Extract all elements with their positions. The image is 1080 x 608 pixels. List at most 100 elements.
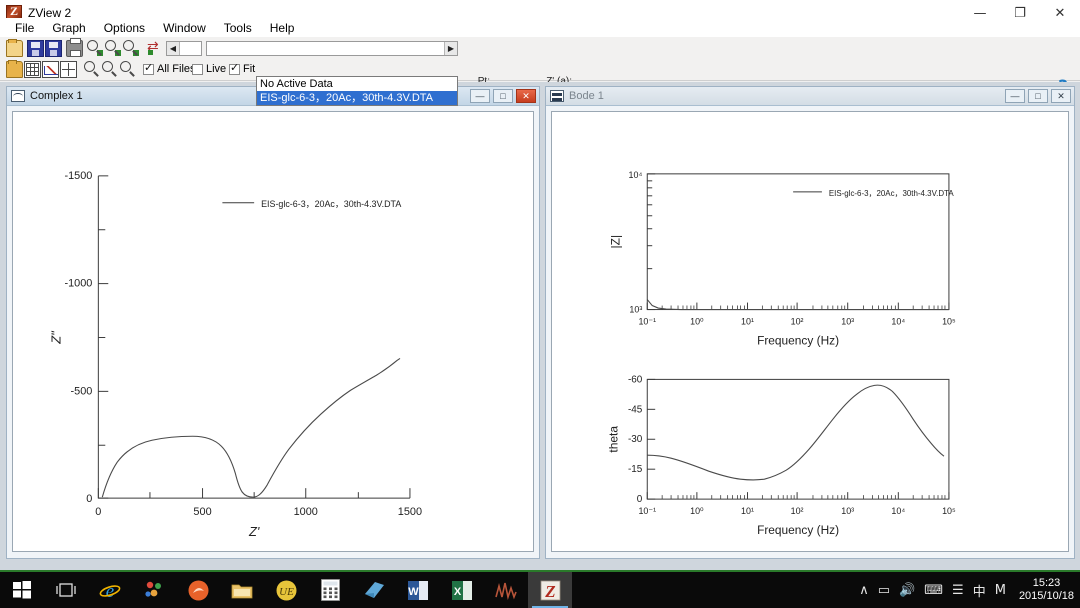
open-file-icon[interactable] bbox=[6, 60, 23, 78]
record-spinner[interactable]: ◀ bbox=[166, 41, 202, 56]
waveform-icon bbox=[495, 582, 517, 600]
complex-close-button[interactable]: ✕ bbox=[516, 89, 536, 103]
task-view-button[interactable] bbox=[44, 572, 88, 608]
menu-options[interactable]: Options bbox=[95, 19, 154, 37]
ue-circle-icon: UE bbox=[276, 580, 296, 600]
menubar: File Graph Options Window Tools Help bbox=[0, 18, 1080, 37]
menu-window[interactable]: Window bbox=[154, 19, 215, 37]
bodephase-xtick-1e5: 10⁵ bbox=[942, 506, 956, 516]
record-scroll-field[interactable]: ▶ bbox=[206, 41, 458, 56]
bode-magnitude-chart: 10⁴ 10³ 10⁻¹ 10⁰ 10¹ 10² 10³ 10⁴ 10⁵ Fre… bbox=[609, 170, 957, 348]
zoom-icon-2[interactable] bbox=[102, 61, 113, 72]
taskbar-app-colorful[interactable] bbox=[132, 572, 176, 608]
print-icon[interactable] bbox=[66, 38, 83, 57]
spinner-left-arrow[interactable]: ◀ bbox=[167, 42, 180, 55]
toolbar: ◀ ▶ All Files Live bbox=[0, 37, 1080, 118]
taskbar-app-blue[interactable] bbox=[352, 572, 396, 608]
taskbar-clock[interactable]: 15:23 2015/10/18 bbox=[1019, 577, 1074, 603]
active-data-dropdown-list[interactable]: No Active Data EIS-glc-6-3，20Ac，30th-4.3… bbox=[256, 76, 458, 106]
taskbar-internet-explorer[interactable]: e bbox=[88, 572, 132, 608]
orange-circle-icon bbox=[188, 580, 208, 600]
bodemag-legend-label: EIS-glc-6-3，20Ac，30th-4.3V.DTA bbox=[829, 189, 954, 198]
fit-checkbox-box[interactable] bbox=[229, 61, 240, 75]
menu-file[interactable]: File bbox=[6, 19, 43, 37]
taskbar-excel[interactable]: X bbox=[440, 572, 484, 608]
menu-graph[interactable]: Graph bbox=[43, 19, 94, 37]
menu-help[interactable]: Help bbox=[261, 19, 304, 37]
ime-mode-icon[interactable]: M bbox=[995, 583, 1006, 598]
spinner-field[interactable] bbox=[180, 42, 201, 55]
bode-close-button[interactable]: ✕ bbox=[1051, 89, 1071, 103]
all-files-checkbox-box[interactable] bbox=[143, 61, 154, 75]
menu-tools[interactable]: Tools bbox=[215, 19, 261, 37]
zoom-icon-3[interactable] bbox=[120, 61, 131, 72]
data-grid-icon[interactable] bbox=[24, 61, 41, 78]
dropdown-option-eis-file[interactable]: EIS-glc-6-3，20Ac，30th-4.3V.DTA bbox=[257, 91, 457, 105]
action-center-icon[interactable]: ☰ bbox=[952, 583, 964, 598]
bode-plot-icon bbox=[550, 90, 564, 102]
complex-plot-area[interactable]: -1500 -1000 -500 0 0 500 1000 1500 Z' Z"… bbox=[12, 111, 534, 552]
taskbar-file-explorer[interactable] bbox=[220, 572, 264, 608]
internet-explorer-icon: e bbox=[99, 581, 121, 601]
zoom-out-green-icon[interactable] bbox=[123, 40, 139, 56]
svg-text:UE: UE bbox=[279, 586, 294, 598]
taskbar-calculator[interactable] bbox=[308, 572, 352, 608]
fit-label: Fit bbox=[243, 63, 256, 75]
bodephase-xtick-1e-1: 10⁻¹ bbox=[638, 506, 656, 516]
table-window-icon[interactable] bbox=[60, 61, 77, 78]
open-folder-icon[interactable] bbox=[6, 39, 23, 57]
network-icon[interactable]: ⌨ bbox=[924, 583, 943, 598]
bodephase-xaxis-label: Frequency (Hz) bbox=[757, 523, 839, 537]
task-view-icon bbox=[56, 583, 76, 597]
bode-maximize-button[interactable]: □ bbox=[1028, 89, 1048, 103]
bodephase-ytick-45: -45 bbox=[628, 404, 643, 415]
graph-window-icon[interactable] bbox=[42, 61, 59, 78]
dropdown-option-no-active-data[interactable]: No Active Data bbox=[257, 77, 457, 91]
bode-charts: 10⁴ 10³ 10⁻¹ 10⁰ 10¹ 10² 10³ 10⁴ 10⁵ Fre… bbox=[607, 170, 957, 537]
zoom-icon-1[interactable] bbox=[84, 61, 95, 72]
bodephase-xtick-1e1: 10¹ bbox=[741, 506, 754, 516]
nyquist-legend-label: EIS-glc-6-3，20Ac，30th-4.3V.DTA bbox=[261, 199, 401, 209]
bodemag-ytick-1e4: 10⁴ bbox=[629, 170, 643, 180]
battery-icon[interactable]: ▭ bbox=[878, 583, 890, 598]
svg-text:W: W bbox=[408, 586, 419, 598]
live-checkbox[interactable]: Live bbox=[192, 63, 234, 75]
complex-minimize-button[interactable]: — bbox=[470, 89, 490, 103]
scroll-right-arrow[interactable]: ▶ bbox=[444, 42, 457, 55]
fit-checkbox[interactable]: Fit bbox=[229, 61, 263, 75]
save-all-icon[interactable] bbox=[45, 40, 62, 57]
zview-icon: Z bbox=[540, 580, 560, 601]
zoom-in-green-icon[interactable] bbox=[105, 40, 121, 56]
taskbar-app-orange[interactable] bbox=[176, 572, 220, 608]
clock-date: 2015/10/18 bbox=[1018, 590, 1074, 602]
bode-minimize-button[interactable]: — bbox=[1005, 89, 1025, 103]
bode-plot-area[interactable]: 10⁴ 10³ 10⁻¹ 10⁰ 10¹ 10² 10³ 10⁴ 10⁵ Fre… bbox=[551, 111, 1069, 552]
bodemag-xtick-1e0: 10⁰ bbox=[690, 316, 704, 326]
complex-window[interactable]: Complex 1 — □ ✕ -1500 -1000 -500 0 0 500… bbox=[6, 86, 540, 559]
all-files-label: All Files bbox=[157, 63, 196, 75]
taskbar-app-yellow[interactable]: UE bbox=[264, 572, 308, 608]
save-icon[interactable] bbox=[27, 40, 44, 57]
bode-window[interactable]: Bode 1 — □ ✕ 10⁴ 10³ 10⁻¹ 10⁰ 10¹ 10² 10… bbox=[545, 86, 1075, 559]
bode-window-titlebar[interactable]: Bode 1 — □ ✕ bbox=[546, 87, 1074, 106]
zoom-fit-icon[interactable] bbox=[87, 40, 103, 56]
complex-maximize-button[interactable]: □ bbox=[493, 89, 513, 103]
live-checkbox-box[interactable] bbox=[192, 63, 203, 75]
molecule-icon bbox=[145, 581, 161, 597]
taskbar-zview[interactable]: Z bbox=[528, 572, 572, 608]
start-button[interactable] bbox=[0, 572, 44, 608]
volume-icon[interactable]: 🔊 bbox=[899, 583, 915, 598]
bodephase-ytick-0: 0 bbox=[637, 494, 643, 505]
taskbar-app-chart[interactable] bbox=[484, 572, 528, 608]
show-hidden-icons[interactable]: ∧ bbox=[859, 583, 869, 598]
swap-data-icon[interactable] bbox=[146, 38, 163, 57]
bode-window-title: Bode 1 bbox=[569, 90, 604, 102]
taskbar-word[interactable]: W bbox=[396, 572, 440, 608]
ime-chinese-icon[interactable]: 中 bbox=[973, 581, 986, 600]
nyquist-xtick-1000: 1000 bbox=[294, 506, 318, 518]
live-label: Live bbox=[206, 63, 227, 75]
system-tray: ∧ ▭ 🔊 ⌨ ☰ 中 M 15:23 2015/10/18 bbox=[859, 572, 1080, 608]
svg-text:e: e bbox=[106, 581, 114, 601]
bodephase-yaxis-label: theta bbox=[607, 426, 621, 453]
nyquist-ytick-1000: -1000 bbox=[64, 278, 92, 290]
